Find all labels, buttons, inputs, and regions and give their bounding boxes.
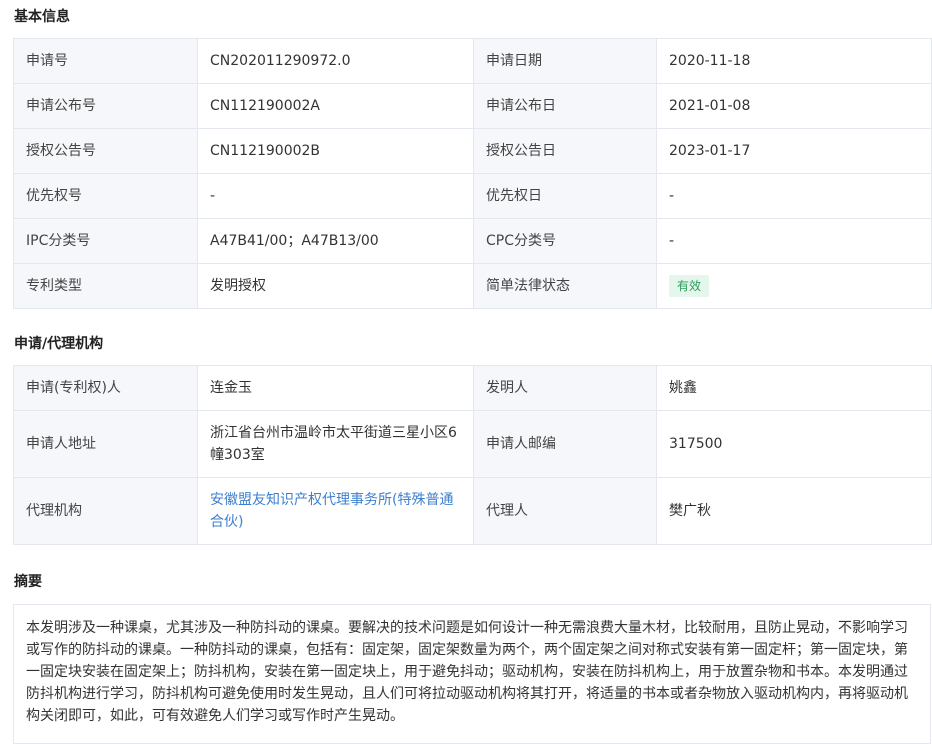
value-priority-number: - [197,173,474,219]
label-legal-status: 简单法律状态 [473,263,657,309]
value-agency-cell: 安徽盟友知识产权代理事务所(特殊普通合伙) [197,477,474,545]
section-title-basic-info: 基本信息 [14,9,70,25]
table-row: IPC分类号 A47B41/00；A47B13/00 CPC分类号 - [13,218,932,264]
value-applicant-postcode: 317500 [656,410,932,478]
label-priority-number: 优先权号 [13,173,198,219]
table-row: 申请(专利权)人 连金玉 发明人 姚鑫 [13,365,932,411]
value-cpc: - [656,218,932,264]
label-inventor: 发明人 [473,365,657,411]
label-agent: 代理人 [473,477,657,545]
section-title-abstract: 摘要 [14,574,42,590]
table-row: 申请号 CN202011290972.0 申请日期 2020-11-18 [13,38,932,84]
value-applicant-address: 浙江省台州市温岭市太平街道三星小区6幢303室 [197,410,474,478]
agency-table: 申请(专利权)人 连金玉 发明人 姚鑫 申请人地址 浙江省台州市温岭市太平街道三… [13,365,932,545]
value-ipc: A47B41/00；A47B13/00 [197,218,474,264]
status-badge: 有效 [669,275,710,297]
label-grant-number: 授权公告号 [13,128,198,174]
label-applicant: 申请(专利权)人 [13,365,198,411]
table-row: 授权公告号 CN112190002B 授权公告日 2023-01-17 [13,128,932,174]
value-patent-type: 发明授权 [197,263,474,309]
value-publication-date: 2021-01-08 [656,83,932,129]
abstract-text: 本发明涉及一种课桌，尤其涉及一种防抖动的课桌。要解决的技术问题是如何设计一种无需… [13,604,931,744]
section-title-agency: 申请/代理机构 [14,336,104,352]
table-row: 优先权号 - 优先权日 - [13,173,932,219]
value-agent: 樊广秋 [656,477,932,545]
value-publication-number: CN112190002A [197,83,474,129]
value-inventor: 姚鑫 [656,365,932,411]
label-applicant-postcode: 申请人邮编 [473,410,657,478]
label-grant-date: 授权公告日 [473,128,657,174]
label-application-date: 申请日期 [473,38,657,84]
label-agency: 代理机构 [13,477,198,545]
label-applicant-address: 申请人地址 [13,410,198,478]
label-cpc: CPC分类号 [473,218,657,264]
label-ipc: IPC分类号 [13,218,198,264]
value-application-date: 2020-11-18 [656,38,932,84]
table-row: 代理机构 安徽盟友知识产权代理事务所(特殊普通合伙) 代理人 樊广秋 [13,477,932,545]
value-priority-date: - [656,173,932,219]
value-applicant: 连金玉 [197,365,474,411]
label-application-number: 申请号 [13,38,198,84]
value-legal-status-cell: 有效 [656,263,932,309]
label-priority-date: 优先权日 [473,173,657,219]
table-row: 申请人地址 浙江省台州市温岭市太平街道三星小区6幢303室 申请人邮编 3175… [13,410,932,478]
label-publication-date: 申请公布日 [473,83,657,129]
table-row: 专利类型 发明授权 简单法律状态 有效 [13,263,932,309]
table-row: 申请公布号 CN112190002A 申请公布日 2021-01-08 [13,83,932,129]
agency-link[interactable]: 安徽盟友知识产权代理事务所(特殊普通合伙) [210,492,453,530]
value-grant-number: CN112190002B [197,128,474,174]
label-publication-number: 申请公布号 [13,83,198,129]
basic-info-table: 申请号 CN202011290972.0 申请日期 2020-11-18 申请公… [13,38,932,309]
value-application-number: CN202011290972.0 [197,38,474,84]
value-grant-date: 2023-01-17 [656,128,932,174]
label-patent-type: 专利类型 [13,263,198,309]
